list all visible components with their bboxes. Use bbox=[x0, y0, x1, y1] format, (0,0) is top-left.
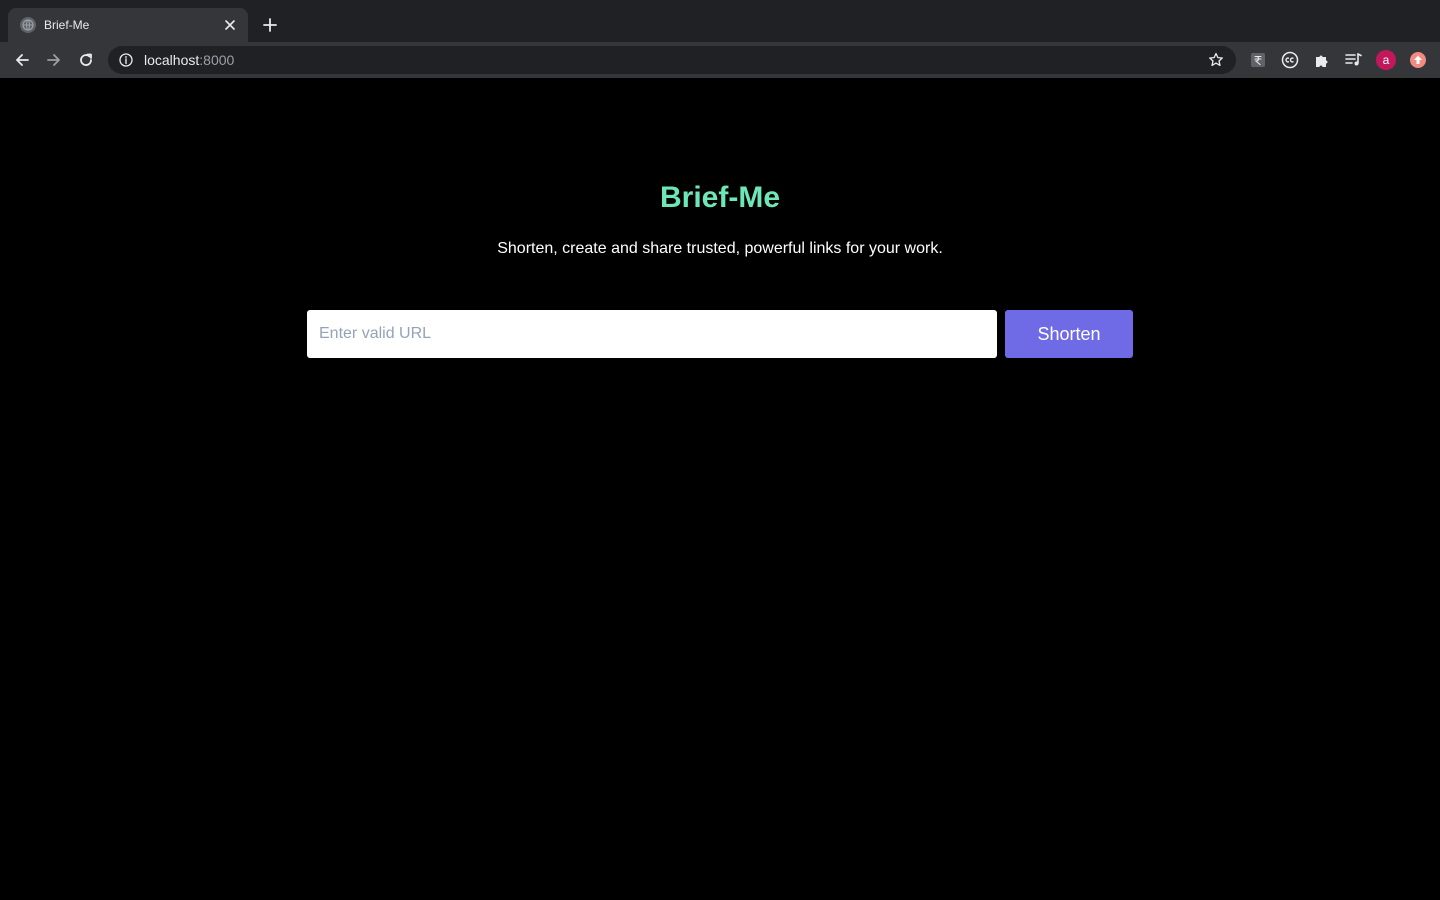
address-bar[interactable]: localhost:8000 bbox=[108, 46, 1236, 74]
url-port: :8000 bbox=[199, 52, 235, 68]
arrow-right-icon[interactable] bbox=[40, 46, 68, 74]
profile-avatar[interactable]: a bbox=[1375, 49, 1397, 71]
url-text: localhost:8000 bbox=[144, 52, 1206, 68]
close-icon[interactable] bbox=[222, 17, 238, 33]
url-input[interactable] bbox=[307, 310, 997, 358]
page-content: Brief-Me Shorten, create and share trust… bbox=[0, 78, 1440, 900]
page-title: Brief-Me bbox=[659, 181, 780, 214]
info-icon[interactable] bbox=[118, 52, 134, 68]
star-icon[interactable] bbox=[1206, 50, 1226, 70]
browser-toolbar: localhost:8000 a bbox=[0, 42, 1440, 78]
plus-icon[interactable] bbox=[258, 13, 282, 37]
arrow-left-icon[interactable] bbox=[8, 46, 36, 74]
page-tagline: Shorten, create and share trusted, power… bbox=[497, 240, 943, 257]
avatar-letter: a bbox=[1376, 50, 1396, 70]
upload-extension-icon[interactable] bbox=[1407, 49, 1429, 71]
globe-icon bbox=[20, 17, 36, 33]
shorten-button[interactable]: Shorten bbox=[1005, 310, 1133, 358]
puzzle-extensions-icon[interactable] bbox=[1311, 49, 1333, 71]
cc-extension-icon[interactable] bbox=[1279, 49, 1301, 71]
reload-icon[interactable] bbox=[72, 46, 100, 74]
tab-title: Brief-Me bbox=[44, 18, 90, 32]
browser-tab[interactable]: Brief-Me bbox=[8, 8, 248, 42]
url-host: localhost bbox=[144, 52, 200, 68]
browser-tabstrip: Brief-Me bbox=[0, 0, 1440, 42]
rupee-extension-icon[interactable] bbox=[1247, 49, 1269, 71]
media-queue-icon[interactable] bbox=[1343, 49, 1365, 71]
